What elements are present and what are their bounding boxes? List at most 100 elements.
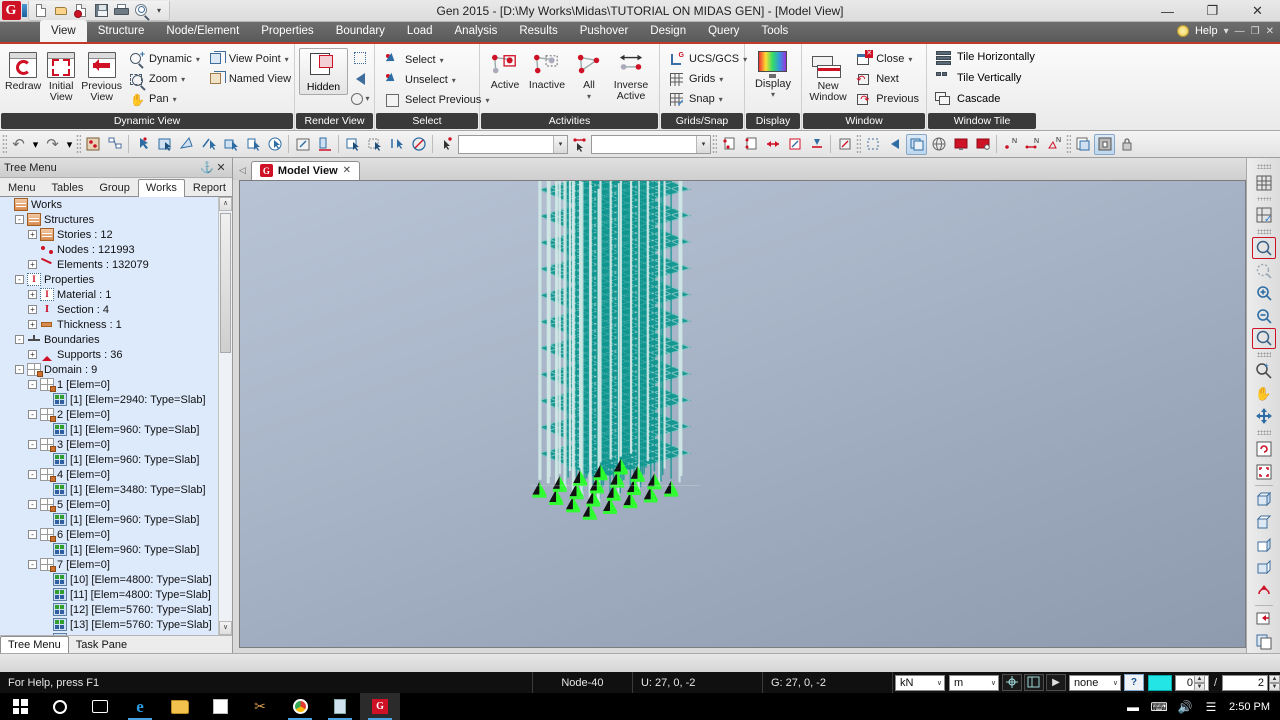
- page-current-field[interactable]: 0 ▲ ▼: [1174, 674, 1209, 691]
- toolbar-grip[interactable]: [1256, 229, 1271, 235]
- cortana-button[interactable]: [40, 693, 80, 720]
- tree-node[interactable]: + I Section : 4: [0, 302, 232, 317]
- tree-scroll-down-button[interactable]: ∨: [219, 621, 232, 635]
- select-intersect-icon[interactable]: [198, 134, 219, 155]
- toolbar-grip[interactable]: [712, 134, 717, 154]
- toolbar-grip[interactable]: [1256, 164, 1271, 169]
- move-right-icon[interactable]: [1252, 406, 1276, 428]
- notepad-button[interactable]: [320, 693, 360, 720]
- collapse-toggle-icon[interactable]: -: [15, 335, 24, 344]
- grid-toggle-icon[interactable]: [1252, 172, 1276, 194]
- chevron-down-icon[interactable]: ∨: [931, 679, 942, 687]
- force-unit-select[interactable]: kN ∨: [894, 674, 945, 691]
- collapse-toggle-icon[interactable]: -: [28, 410, 37, 419]
- select-node-icon[interactable]: [132, 134, 153, 155]
- page-total-field[interactable]: 2: [1222, 674, 1268, 691]
- rotate-view-icon[interactable]: [1252, 580, 1276, 602]
- tree-node[interactable]: - 7 [Elem=0]: [0, 557, 232, 572]
- front-view-icon[interactable]: [1252, 535, 1276, 557]
- dynamic-view-button[interactable]: + Dynamic ▾: [125, 49, 203, 69]
- tree-node[interactable]: - 3 [Elem=0]: [0, 437, 232, 452]
- wireframe-icon[interactable]: [351, 49, 370, 68]
- inner-restore-button[interactable]: ❐: [1251, 26, 1260, 37]
- node-point-icon[interactable]: [82, 134, 103, 155]
- initial-view-button[interactable]: Initial View: [44, 48, 78, 105]
- quick-access-overflow-icon[interactable]: ▾: [153, 6, 165, 15]
- tree-node[interactable]: - Domain : 9: [0, 362, 232, 377]
- zoom-out-icon[interactable]: [1252, 305, 1276, 327]
- select-identity-icon[interactable]: [264, 134, 285, 155]
- node-snap-icon[interactable]: [806, 134, 827, 155]
- toolbar-grip[interactable]: [856, 134, 861, 154]
- element-type-combo[interactable]: ▾: [591, 134, 711, 154]
- select-by-plane-icon[interactable]: [314, 134, 335, 155]
- new-file-icon[interactable]: [33, 2, 50, 19]
- tree-node[interactable]: [1] [Elem=960: Type=Slab]: [0, 542, 232, 557]
- print-preview-icon[interactable]: [133, 2, 150, 19]
- menu-item-boundary[interactable]: Boundary: [325, 20, 396, 42]
- node-label-n-icon[interactable]: N: [1000, 134, 1021, 155]
- tree-node[interactable]: [13] [Elem=5760: Type=Slab]: [0, 617, 232, 632]
- node-distance-icon[interactable]: [762, 134, 783, 155]
- hidden-toolbar-icon[interactable]: [906, 133, 927, 155]
- help-label[interactable]: Help: [1195, 25, 1218, 37]
- tree-node[interactable]: - 2 [Elem=0]: [0, 407, 232, 422]
- perspective-toolbar-icon[interactable]: [928, 134, 949, 155]
- tree-scroll-thumb[interactable]: [220, 213, 231, 353]
- table-icon[interactable]: [1094, 133, 1115, 155]
- tree-node[interactable]: [12] [Elem=5760: Type=Slab]: [0, 602, 232, 617]
- collapse-toggle-icon[interactable]: -: [15, 215, 24, 224]
- zoom-previous-icon[interactable]: [1252, 260, 1276, 282]
- collapse-toggle-icon[interactable]: -: [28, 500, 37, 509]
- select-window-icon[interactable]: [154, 134, 175, 155]
- tab-scroll-left-icon[interactable]: ◁: [239, 165, 251, 180]
- footer-tab-tree-menu[interactable]: Tree Menu: [0, 636, 69, 653]
- tree-node[interactable]: [1] [Elem=960: Type=Slab]: [0, 422, 232, 437]
- chevron-down-icon[interactable]: ∨: [985, 679, 996, 687]
- tree-node[interactable]: Works: [0, 197, 232, 212]
- render-option-icon[interactable]: [972, 134, 993, 155]
- unselect-button[interactable]: Unselect ▾: [381, 70, 492, 90]
- toolbar-grip[interactable]: [2, 134, 7, 154]
- tree-node[interactable]: [1] [Elem=3480: Type=Slab]: [0, 482, 232, 497]
- tree-tab-tables[interactable]: Tables: [44, 179, 92, 196]
- tree-node[interactable]: [11] [Elem=4800: Type=Slab]: [0, 587, 232, 602]
- tree-node[interactable]: + I Material : 1: [0, 287, 232, 302]
- close-window-button[interactable]: ✕ Close ▾: [852, 49, 922, 69]
- element-select-arrow-icon[interactable]: [569, 134, 590, 155]
- element-label-n-icon[interactable]: N: [1022, 134, 1043, 155]
- pan-right-icon[interactable]: ✋: [1252, 383, 1276, 405]
- lock-icon[interactable]: [1116, 134, 1137, 155]
- undo-button[interactable]: ↶: [8, 134, 29, 155]
- help-caret-icon[interactable]: ▾: [1224, 26, 1229, 37]
- network-icon[interactable]: ⌨: [1150, 699, 1167, 715]
- inactive-button[interactable]: Inactive: [526, 52, 568, 91]
- tree-scrollbar[interactable]: ∧ ∨: [218, 197, 232, 635]
- collapse-toggle-icon[interactable]: -: [15, 365, 24, 374]
- all-toolbar-icon[interactable]: [408, 134, 429, 155]
- collapse-toggle-icon[interactable]: -: [28, 380, 37, 389]
- inactive-toolbar-icon[interactable]: [364, 134, 385, 155]
- chevron-down-icon[interactable]: ▾: [771, 90, 775, 99]
- tile-horizontally-button[interactable]: Tile Horizontally: [931, 47, 1039, 67]
- top-view-icon[interactable]: [1252, 512, 1276, 534]
- previous-view-button[interactable]: Previous View: [80, 48, 123, 105]
- toolbar-grip[interactable]: [1066, 134, 1071, 154]
- midas-gen-button[interactable]: G: [360, 693, 400, 720]
- hidden-render-button[interactable]: Hidden: [299, 48, 348, 95]
- cascade-button[interactable]: Cascade: [931, 89, 1004, 109]
- redraw-button[interactable]: Redraw: [4, 48, 42, 94]
- inverse-toolbar-icon[interactable]: [386, 134, 407, 155]
- snap-point-icon[interactable]: [1001, 674, 1022, 691]
- render-display-icon[interactable]: [950, 134, 971, 155]
- active-button[interactable]: Active: [484, 52, 526, 91]
- previous-window-button[interactable]: ↷ Previous: [852, 89, 922, 109]
- chevron-down-icon[interactable]: ▾: [173, 95, 177, 104]
- footer-tab-task-pane[interactable]: Task Pane: [69, 637, 134, 653]
- element-tree-icon[interactable]: [104, 134, 125, 155]
- inverse-active-button[interactable]: Inverse Active: [610, 52, 652, 102]
- tree-node[interactable]: - 1 [Elem=0]: [0, 377, 232, 392]
- chevron-down-icon[interactable]: ▾: [587, 91, 591, 102]
- select-volume-icon[interactable]: [242, 134, 263, 155]
- zoom-fit-icon[interactable]: [1251, 327, 1276, 350]
